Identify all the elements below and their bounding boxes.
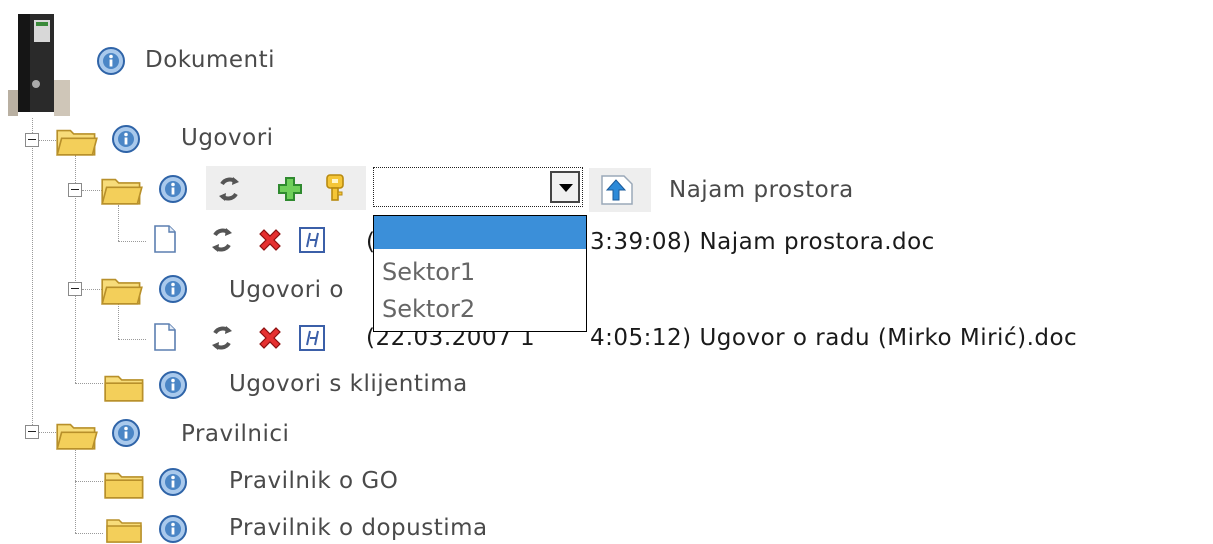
ugovori-label[interactable]: Ugovori [181,124,274,152]
folder-icon [103,467,147,500]
folder-open-icon [100,273,144,306]
refresh-icon[interactable] [214,174,244,204]
root-label[interactable]: Dokumenti [145,46,275,74]
delete-icon[interactable] [255,225,285,255]
collapse-ugovori-button[interactable] [25,133,39,147]
info-icon[interactable] [158,370,188,400]
refresh-icon[interactable] [207,323,237,353]
info-icon[interactable] [158,174,188,204]
chevron-down-icon[interactable] [550,171,580,203]
info-icon[interactable] [96,46,126,76]
document-icon [152,224,178,254]
ugovori-o-label[interactable]: Ugovori o [229,276,344,304]
delete-icon[interactable] [255,323,285,353]
pravilnici-label[interactable]: Pravilnici [181,420,289,448]
dropdown-option-sektor1[interactable]: Sektor1 [374,256,586,289]
sector-dropdown-list[interactable]: Sektor1 Sektor2 [373,215,587,332]
dropdown-option-sektor2[interactable]: Sektor2 [374,293,586,326]
collapse-najam-prostora-button[interactable] [68,183,82,197]
folder-icon [103,514,147,544]
binder-image [8,10,70,116]
document-icon [152,322,178,352]
folder-open-icon [55,124,99,157]
najam-doc-label[interactable]: 3:39:08) Najam prostora.doc [590,228,935,256]
info-icon[interactable] [158,467,188,497]
pravilnik-dopust-label[interactable]: Pravilnik o dopustima [229,514,488,542]
refresh-icon[interactable] [207,225,237,255]
history-icon[interactable] [297,225,327,255]
collapse-ugovori-o-button[interactable] [68,282,82,296]
add-icon[interactable] [275,174,305,204]
ugovor-doc-label[interactable]: 4:05:12) Ugovor o radu (Mirko Mirić).doc [590,324,1077,352]
folder-open-icon [55,418,99,451]
info-icon[interactable] [158,514,188,544]
najam-prostora-label[interactable]: Najam prostora [669,176,854,204]
collapse-pravilnici-button[interactable] [25,425,39,439]
upload-icon[interactable] [598,172,638,206]
dropdown-option-empty[interactable] [374,216,586,249]
key-icon[interactable] [320,172,350,204]
info-icon[interactable] [158,274,188,304]
folder-open-icon [100,173,144,206]
pravilnik-go-label[interactable]: Pravilnik o GO [229,467,398,495]
info-icon[interactable] [111,124,141,154]
folder-icon [103,370,147,403]
sector-combobox[interactable] [373,167,583,207]
info-icon[interactable] [111,418,141,448]
history-icon[interactable] [297,323,327,353]
ugovori-klijenti-label[interactable]: Ugovori s klijentima [229,370,468,398]
